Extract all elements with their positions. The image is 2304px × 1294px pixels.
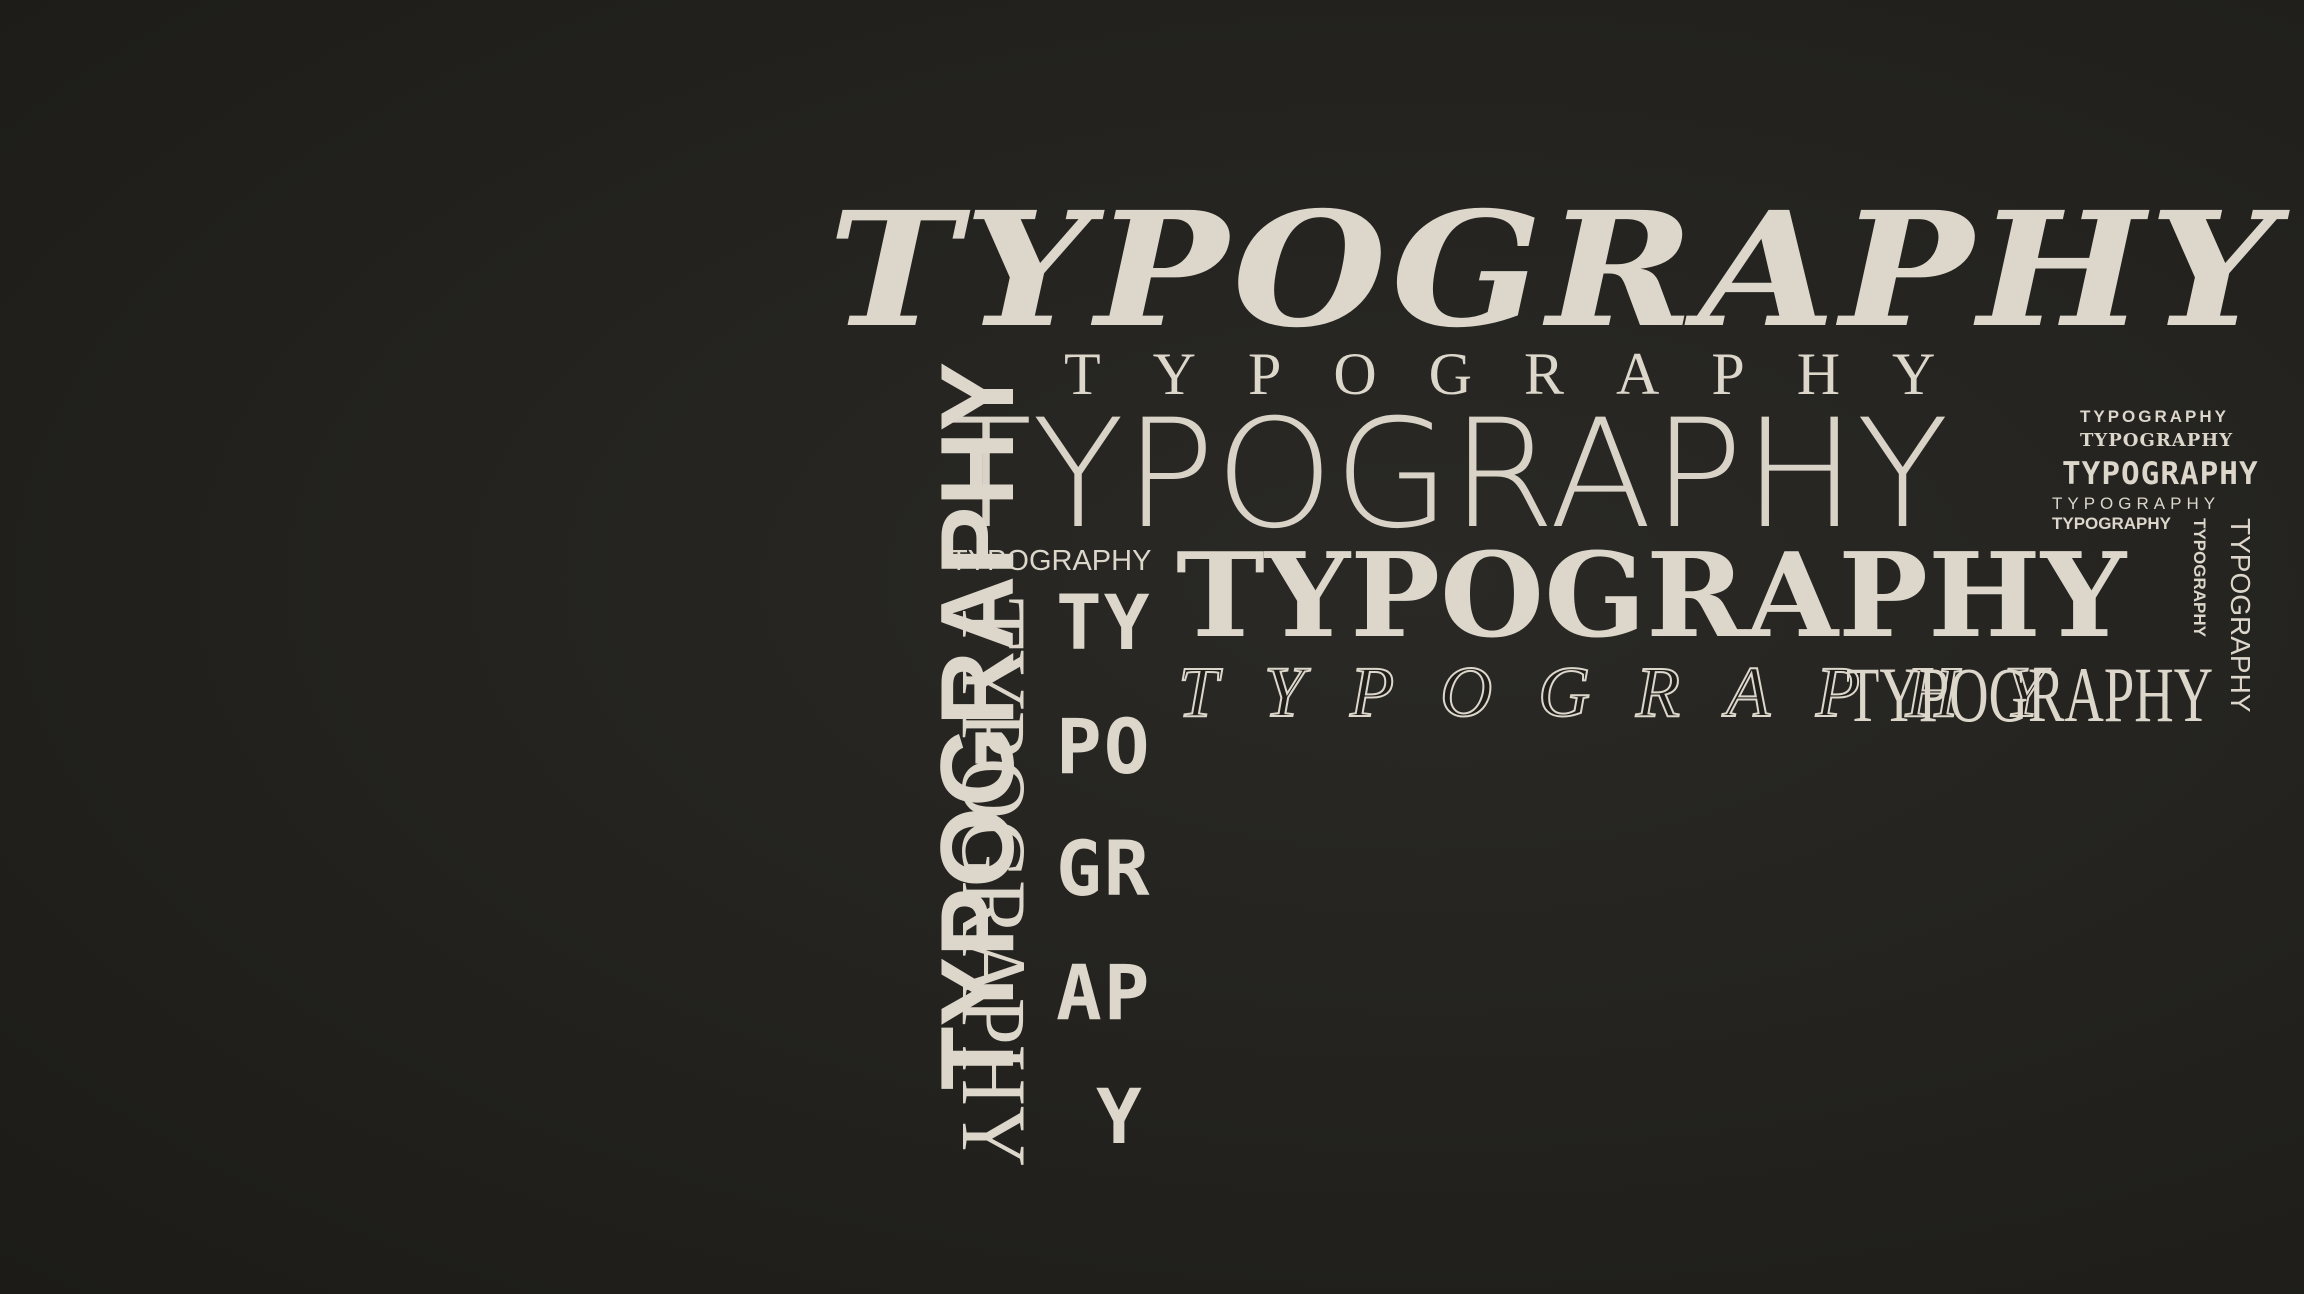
vertical-right-typography: TYPOGRAPHY <box>2225 518 2256 713</box>
right-stack-word-2: TYPOGRAPHY <box>2080 430 2234 451</box>
stepped-letters-3: GR <box>1056 824 1152 913</box>
script-typography-headline: TYPOGRAPHY <box>828 178 2281 363</box>
right-stack-word-4: TYPOGRAPHY <box>2052 494 2221 513</box>
stepped-letters-2: PO <box>1056 702 1152 791</box>
vertical-serif-typography: TYPOGRAPHY <box>943 598 1045 1168</box>
bold-serif-typography: TYPOGRAPHY <box>1176 528 2127 664</box>
right-stack-word-1: TYPOGRAPHY <box>2080 407 2230 426</box>
stepped-letters-4: AP <box>1056 948 1152 1037</box>
vertical-right-small-typography: TYPOGRAPHY <box>2190 518 2209 638</box>
stepped-letters-5: Y <box>1096 1072 1144 1161</box>
condensed-serif-typography: TYPOGRAPHY <box>1846 651 2214 738</box>
right-stack-word-5: TYPOGRAPHY <box>2052 514 2172 533</box>
stepped-letters-1: TY <box>1056 578 1152 667</box>
right-stack-word-3: TYPOGRAPHY <box>2062 456 2259 492</box>
